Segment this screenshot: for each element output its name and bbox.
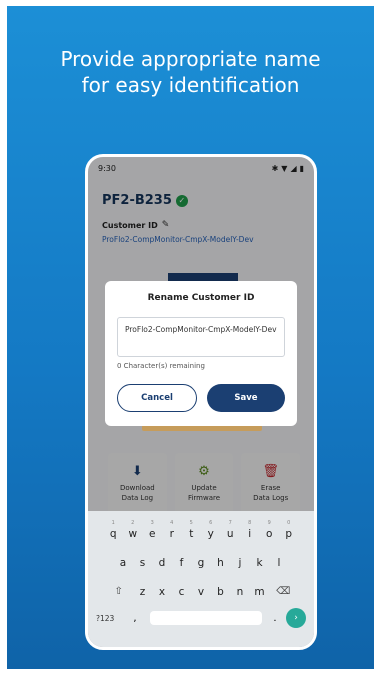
key-d[interactable]: d <box>152 548 172 577</box>
key-n[interactable]: n <box>230 577 250 606</box>
characters-remaining: 0 Character(s) remaining <box>117 362 205 370</box>
key-r[interactable]: 4r <box>162 519 182 548</box>
key-s[interactable]: s <box>133 548 153 577</box>
space-bar[interactable] <box>150 611 262 625</box>
key-m[interactable]: m <box>250 577 270 606</box>
rename-dialog: Rename Customer ID ProFlo2-CompMonitor-C… <box>105 281 297 426</box>
key-z[interactable]: z <box>133 577 153 606</box>
headline-line-1: Provide appropriate name <box>60 47 321 71</box>
dialog-actions: Cancel Save <box>117 384 285 412</box>
key-v[interactable]: v <box>191 577 211 606</box>
key-i[interactable]: 8i <box>240 519 260 548</box>
promo-headline: Provide appropriate name for easy identi… <box>7 46 374 98</box>
on-screen-keyboard: 1q 2w 3e 4r 5t 6y 7u 8i 9o 0p a s d f g <box>88 511 314 647</box>
symbols-key[interactable]: ?123 <box>96 614 126 623</box>
go-arrow-icon[interactable]: › <box>286 608 306 628</box>
save-button[interactable]: Save <box>207 384 285 412</box>
keyboard-row-4: ?123 , . › <box>92 608 310 628</box>
period-key[interactable]: . <box>268 613 282 624</box>
keyboard-row-3: ⇧ z x c v b n m ⌫ <box>92 577 310 606</box>
key-y[interactable]: 6y <box>201 519 221 548</box>
key-u[interactable]: 7u <box>221 519 241 548</box>
shift-icon[interactable]: ⇧ <box>105 577 133 606</box>
cancel-button[interactable]: Cancel <box>117 384 197 412</box>
key-q[interactable]: 1q <box>104 519 124 548</box>
key-a[interactable]: a <box>113 548 133 577</box>
key-j[interactable]: j <box>230 548 250 577</box>
app-screen: 9:30 ✱ ▼ ◢ ▮ PF2-B235 ✓ Customer ID ✎ Pr… <box>88 157 314 647</box>
key-o[interactable]: 9o <box>260 519 280 548</box>
key-c[interactable]: c <box>172 577 192 606</box>
key-p[interactable]: 0p <box>279 519 299 548</box>
key-e[interactable]: 3e <box>143 519 163 548</box>
backspace-icon[interactable]: ⌫ <box>269 577 297 606</box>
key-l[interactable]: l <box>269 548 289 577</box>
customer-id-input[interactable]: ProFlo2-CompMonitor-CmpX-ModelY-Dev <box>117 317 285 357</box>
key-x[interactable]: x <box>152 577 172 606</box>
key-b[interactable]: b <box>211 577 231 606</box>
key-w[interactable]: 2w <box>123 519 143 548</box>
dialog-title: Rename Customer ID <box>147 293 255 303</box>
key-h[interactable]: h <box>211 548 231 577</box>
headline-line-2: for easy identification <box>81 73 300 97</box>
keyboard-row-1: 1q 2w 3e 4r 5t 6y 7u 8i 9o 0p <box>92 519 310 548</box>
promo-background: Provide appropriate name for easy identi… <box>7 6 374 669</box>
keyboard-row-2: a s d f g h j k l <box>92 548 310 577</box>
comma-key[interactable]: , <box>126 613 144 624</box>
phone-mockup: 9:30 ✱ ▼ ◢ ▮ PF2-B235 ✓ Customer ID ✎ Pr… <box>85 154 317 650</box>
key-t[interactable]: 5t <box>182 519 202 548</box>
key-k[interactable]: k <box>250 548 270 577</box>
key-g[interactable]: g <box>191 548 211 577</box>
key-f[interactable]: f <box>172 548 192 577</box>
